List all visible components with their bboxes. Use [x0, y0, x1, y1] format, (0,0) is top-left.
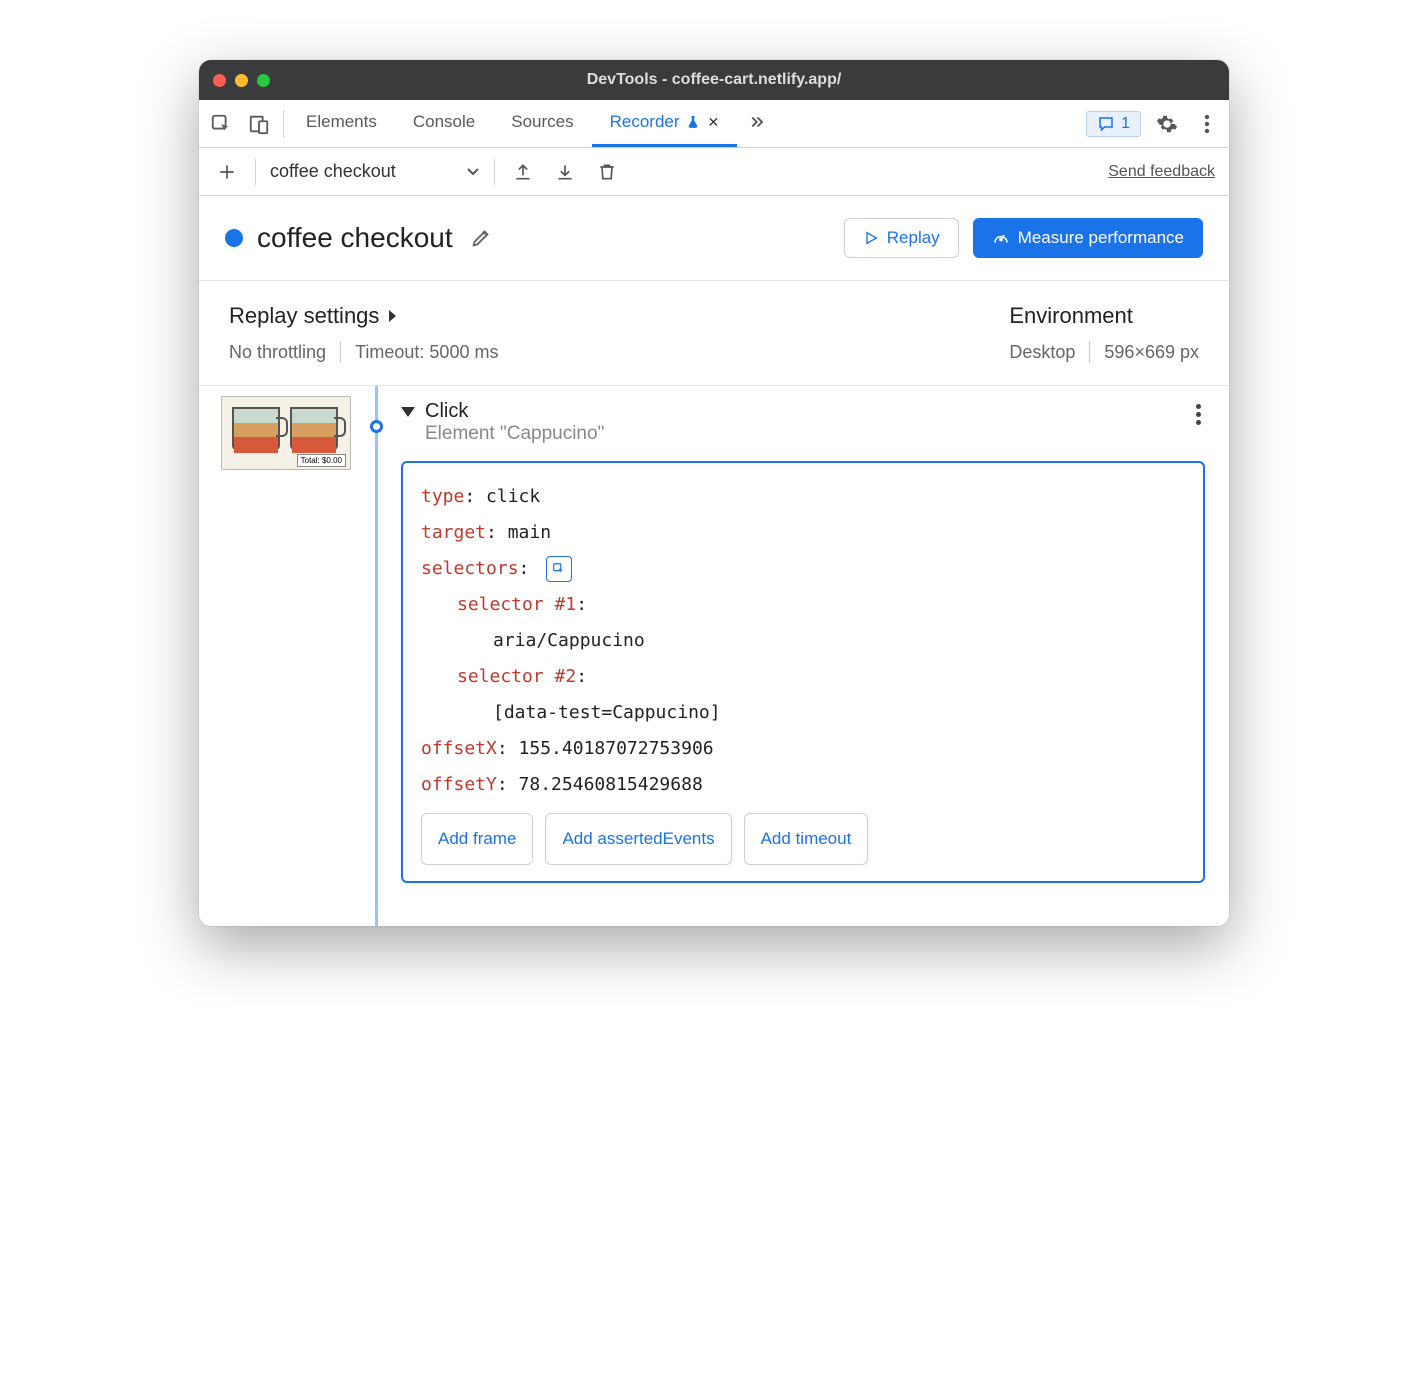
tab-elements[interactable]: Elements [288, 100, 395, 147]
prop-key: offsetY [421, 774, 497, 795]
prop-value[interactable]: aria/Cappucino [493, 630, 645, 651]
tab-label: Sources [511, 112, 573, 132]
prop-key: selectors [421, 558, 519, 579]
prop-key: selector #2 [457, 666, 576, 687]
settings-row: Replay settings No throttling Timeout: 5… [199, 281, 1229, 386]
add-asserted-events-button[interactable]: Add assertedEvents [545, 813, 731, 865]
replay-button[interactable]: Replay [844, 218, 959, 258]
recording-status-dot [225, 229, 243, 247]
tab-recorder[interactable]: Recorder ✕ [592, 100, 738, 147]
timeline-line [375, 386, 378, 926]
divider [340, 341, 341, 363]
device-value: Desktop [1009, 342, 1075, 363]
step-title: Click [425, 400, 604, 423]
recorder-toolbar: coffee checkout Send feedback [199, 148, 1229, 196]
replay-label: Replay [887, 228, 940, 248]
prop-key: target [421, 522, 486, 543]
recording-header: coffee checkout Replay Measure performan… [199, 196, 1229, 281]
play-icon [863, 230, 879, 246]
timeline [359, 386, 393, 926]
recording-select[interactable]: coffee checkout [270, 161, 480, 182]
measure-label: Measure performance [1018, 228, 1184, 248]
flask-icon [686, 114, 700, 130]
send-feedback-link[interactable]: Send feedback [1108, 163, 1215, 181]
inspect-element-icon[interactable] [207, 110, 235, 138]
viewport-value: 596×669 px [1104, 342, 1199, 363]
devtools-window: DevTools - coffee-cart.netlify.app/ Elem… [199, 60, 1229, 926]
prop-key: selector #1 [457, 594, 576, 615]
step-detail: Click Element "Cappucino" type: click ta… [393, 386, 1229, 926]
chevron-down-icon [466, 167, 480, 177]
export-icon[interactable] [509, 158, 537, 186]
new-recording-button[interactable] [213, 158, 241, 186]
thumbnail-total: Total: $0.00 [297, 454, 346, 467]
gauge-icon [992, 229, 1010, 247]
window-controls [213, 74, 270, 87]
prop-value[interactable]: [data-test=Cappucino] [493, 702, 721, 723]
tab-console[interactable]: Console [395, 100, 493, 147]
device-toolbar-icon[interactable] [245, 110, 273, 138]
minimize-window-button[interactable] [235, 74, 248, 87]
step-thumbnail[interactable]: Total: $0.00 [221, 396, 351, 470]
delete-icon[interactable] [593, 158, 621, 186]
issues-badge[interactable]: 1 [1086, 111, 1141, 137]
maximize-window-button[interactable] [257, 74, 270, 87]
divider [494, 159, 495, 185]
steps-panel: Total: $0.00 Click Element "Cappucino" t… [199, 386, 1229, 926]
tab-label: Elements [306, 112, 377, 132]
replay-settings-label: Replay settings [229, 303, 379, 329]
issues-count: 1 [1121, 115, 1130, 133]
prop-value[interactable]: 155.40187072753906 [519, 738, 714, 759]
step-subtitle: Element "Cappucino" [425, 423, 604, 445]
divider [1089, 341, 1090, 363]
prop-value[interactable]: click [486, 486, 540, 507]
collapse-step-icon[interactable] [401, 407, 415, 417]
step-menu-icon[interactable] [1192, 400, 1205, 429]
tab-label: Recorder [610, 112, 680, 132]
tab-label: Console [413, 112, 475, 132]
pick-selector-icon[interactable] [546, 556, 572, 582]
add-timeout-button[interactable]: Add timeout [744, 813, 869, 865]
prop-key: type [421, 486, 464, 507]
more-options-icon[interactable] [1193, 110, 1221, 138]
timeline-node[interactable] [370, 420, 383, 433]
environment-label: Environment [1009, 303, 1133, 329]
recording-title: coffee checkout [257, 222, 453, 254]
timeout-value: Timeout: 5000 ms [355, 342, 498, 363]
thumbnail-column: Total: $0.00 [199, 386, 359, 926]
replay-settings-toggle[interactable]: Replay settings [229, 303, 498, 329]
more-tabs-button[interactable] [737, 100, 775, 147]
prop-value[interactable]: main [508, 522, 551, 543]
window-title: DevTools - coffee-cart.netlify.app/ [199, 71, 1229, 89]
add-frame-button[interactable]: Add frame [421, 813, 533, 865]
prop-value[interactable]: 78.25460815429688 [519, 774, 703, 795]
prop-key: offsetX [421, 738, 497, 759]
close-tab-icon[interactable]: ✕ [708, 114, 720, 131]
caret-right-icon [387, 309, 397, 323]
message-icon [1097, 115, 1115, 133]
divider [255, 159, 256, 185]
measure-performance-button[interactable]: Measure performance [973, 218, 1203, 258]
close-window-button[interactable] [213, 74, 226, 87]
panel-tabbar: Elements Console Sources Recorder ✕ 1 [199, 100, 1229, 148]
edit-title-icon[interactable] [467, 224, 495, 252]
tab-sources[interactable]: Sources [493, 100, 591, 147]
import-icon[interactable] [551, 158, 579, 186]
titlebar: DevTools - coffee-cart.netlify.app/ [199, 60, 1229, 100]
throttling-value: No throttling [229, 342, 326, 363]
recording-name: coffee checkout [270, 161, 396, 182]
settings-gear-icon[interactable] [1153, 110, 1181, 138]
step-properties-editor[interactable]: type: click target: main selectors: sele… [401, 461, 1205, 883]
